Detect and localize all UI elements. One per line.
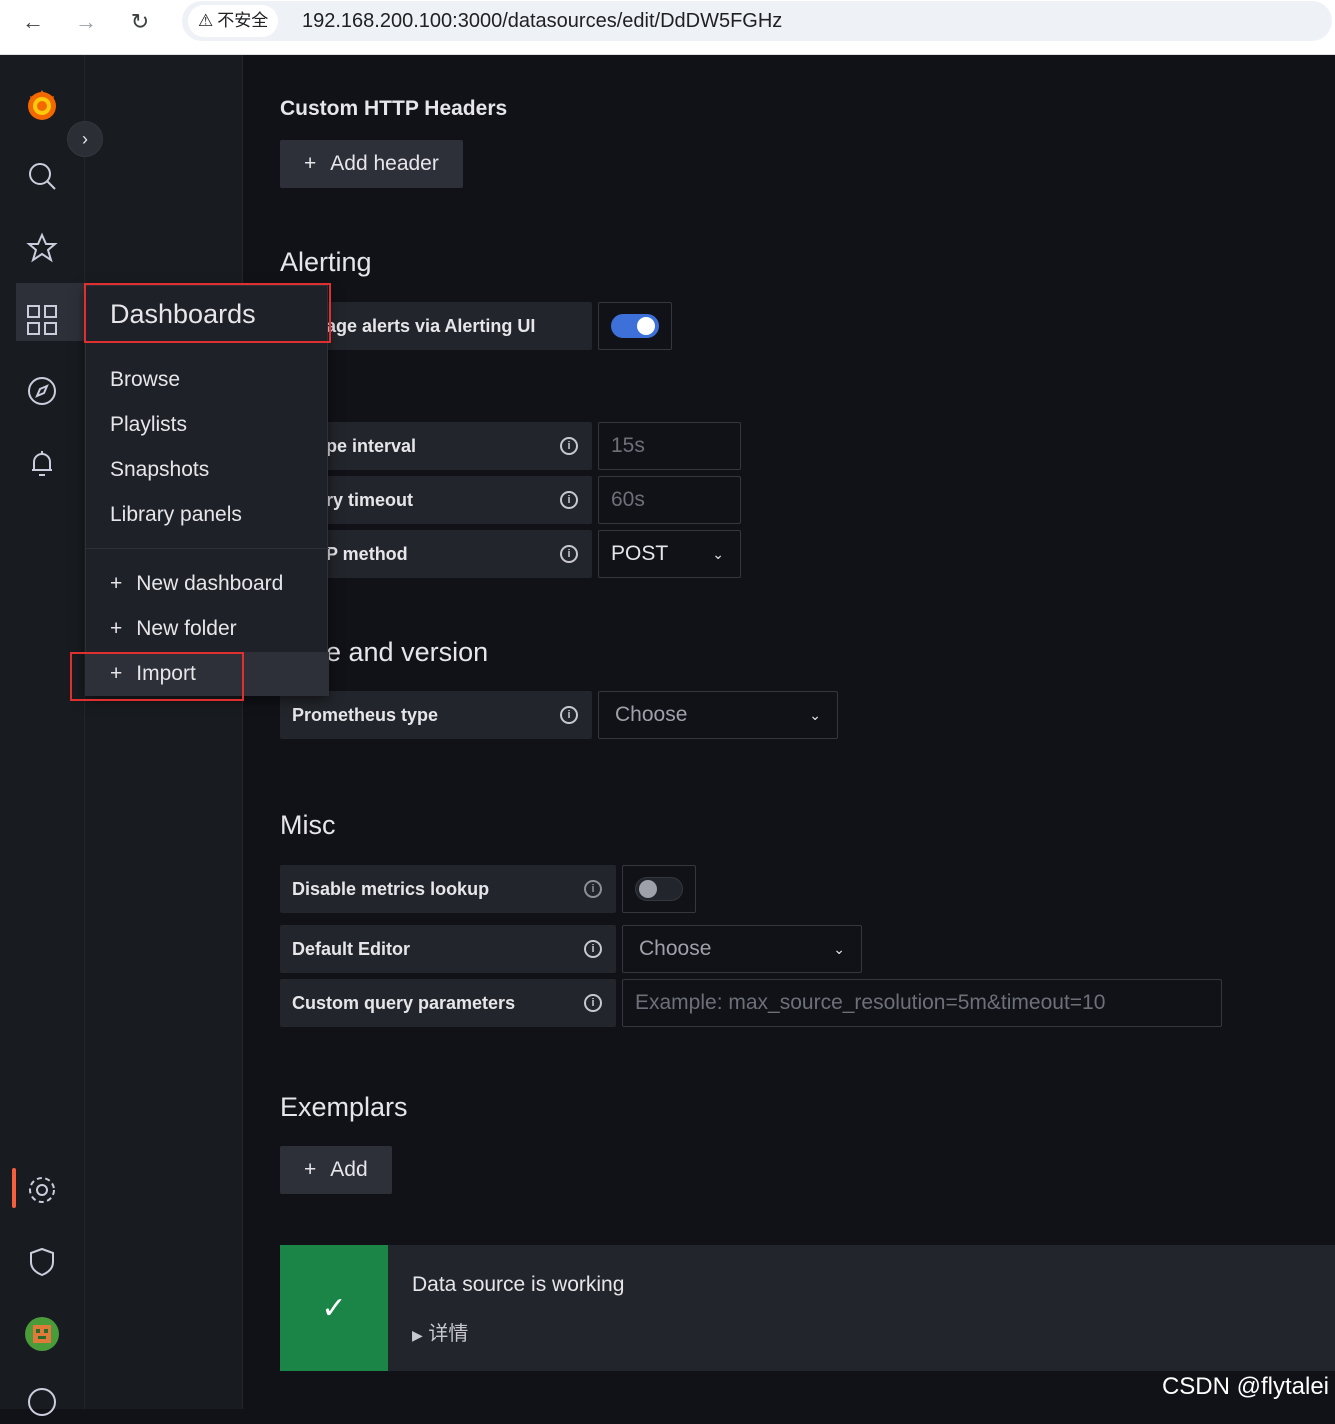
- gear-icon[interactable]: [20, 1168, 64, 1212]
- add-header-button[interactable]: + Add header: [280, 140, 463, 188]
- add-header-label: Add header: [330, 152, 439, 176]
- reload-icon[interactable]: ↻: [124, 6, 156, 38]
- check-icon: ✓: [280, 1245, 388, 1371]
- prometheus-type-label: Prometheus type: [280, 691, 592, 739]
- divider: [86, 548, 329, 549]
- info-icon: i: [560, 437, 578, 455]
- custom-query-input[interactable]: Example: max_source_resolution=5m&timeou…: [622, 979, 1222, 1027]
- alerting-title: Alerting: [280, 247, 372, 278]
- grafana-app: › Custom HTTP Headers + Add header Alert…: [0, 55, 1335, 1409]
- alert-details-toggle[interactable]: ▶ 详情: [412, 1317, 468, 1346]
- back-icon[interactable]: ←: [17, 6, 49, 38]
- watermark: CSDN @flytalei: [1162, 1373, 1329, 1401]
- flyout-item-browse[interactable]: Browse: [110, 368, 180, 392]
- plus-icon: +: [110, 572, 122, 596]
- chevron-down-icon: ⌄: [712, 546, 724, 563]
- info-icon: i: [584, 880, 602, 898]
- flyout-item-playlists[interactable]: Playlists: [110, 413, 187, 437]
- expand-menu-button[interactable]: ›: [67, 121, 103, 157]
- grafana-logo-icon[interactable]: [20, 83, 64, 127]
- new-dashboard-item[interactable]: + New dashboard: [110, 572, 283, 596]
- star-icon[interactable]: [20, 226, 64, 270]
- highlight-dashboards: [84, 283, 331, 343]
- address-bar[interactable]: ⚠ 不安全 192.168.200.100:3000/datasources/e…: [182, 1, 1332, 41]
- alert-title: Data source is working: [412, 1273, 624, 1297]
- help-icon[interactable]: [20, 1380, 64, 1424]
- chevron-down-icon: ⌄: [833, 941, 845, 958]
- query-timeout-input[interactable]: 60s: [598, 476, 741, 524]
- prometheus-type-select[interactable]: Choose ⌄: [598, 691, 838, 739]
- manage-alerts-toggle[interactable]: [598, 302, 672, 350]
- plus-icon: +: [110, 617, 122, 641]
- toggle-off: [635, 877, 683, 901]
- configuration-active-indicator: [12, 1168, 16, 1208]
- highlight-import: [70, 652, 244, 701]
- security-chip[interactable]: ⚠ 不安全: [188, 5, 278, 37]
- warning-icon: ⚠: [198, 5, 213, 37]
- default-editor-select[interactable]: Choose ⌄: [622, 925, 862, 973]
- avatar[interactable]: [20, 1312, 64, 1356]
- chevron-down-icon: ⌄: [809, 707, 821, 724]
- info-icon: i: [584, 994, 602, 1012]
- chevron-right-icon: ›: [82, 129, 88, 150]
- toggle-on: [611, 314, 659, 338]
- new-folder-item[interactable]: + New folder: [110, 617, 237, 641]
- custom-headers-title: Custom HTTP Headers: [280, 97, 507, 121]
- plus-icon: +: [304, 1158, 316, 1182]
- search-icon[interactable]: [20, 154, 64, 198]
- disable-metrics-label: Disable metrics lookup: [280, 865, 616, 913]
- http-method-select[interactable]: POST ⌄: [598, 530, 741, 578]
- scrape-interval-input[interactable]: 15s: [598, 422, 741, 470]
- secondary-sidebar: [85, 55, 243, 1409]
- success-alert: ✓ Data source is working ▶ 详情: [280, 1245, 1335, 1371]
- info-icon: i: [560, 706, 578, 724]
- info-icon: i: [560, 545, 578, 563]
- info-icon: i: [584, 940, 602, 958]
- explore-compass-icon[interactable]: [20, 369, 64, 413]
- flyout-item-snapshots[interactable]: Snapshots: [110, 458, 209, 482]
- misc-title: Misc: [280, 810, 336, 841]
- alerting-bell-icon[interactable]: [20, 442, 64, 486]
- side-menu: [0, 55, 85, 1409]
- datasource-settings: Custom HTTP Headers + Add header Alertin…: [243, 55, 1335, 1409]
- flyout-item-library-panels[interactable]: Library panels: [110, 503, 242, 527]
- add-label: Add: [330, 1158, 367, 1182]
- forward-icon[interactable]: →: [70, 6, 102, 38]
- info-icon: i: [560, 491, 578, 509]
- custom-query-label: Custom query parameters: [280, 979, 616, 1027]
- url-text[interactable]: 192.168.200.100:3000/datasources/edit/Dd…: [302, 1, 782, 41]
- triangle-right-icon: ▶: [412, 1327, 423, 1343]
- plus-icon: +: [304, 152, 316, 176]
- shield-icon[interactable]: [20, 1240, 64, 1284]
- disable-metrics-toggle[interactable]: [622, 865, 696, 913]
- dashboards-flyout: Dashboards Browse Playlists Snapshots Li…: [85, 285, 328, 696]
- default-editor-label: Default Editor: [280, 925, 616, 973]
- exemplars-title: Exemplars: [280, 1092, 408, 1123]
- browser-toolbar: ← → ↻ ⚠ 不安全 192.168.200.100:3000/datasou…: [0, 0, 1335, 55]
- dashboards-icon[interactable]: [20, 298, 64, 342]
- add-exemplar-button[interactable]: + Add: [280, 1146, 392, 1194]
- security-label: 不安全: [217, 5, 268, 37]
